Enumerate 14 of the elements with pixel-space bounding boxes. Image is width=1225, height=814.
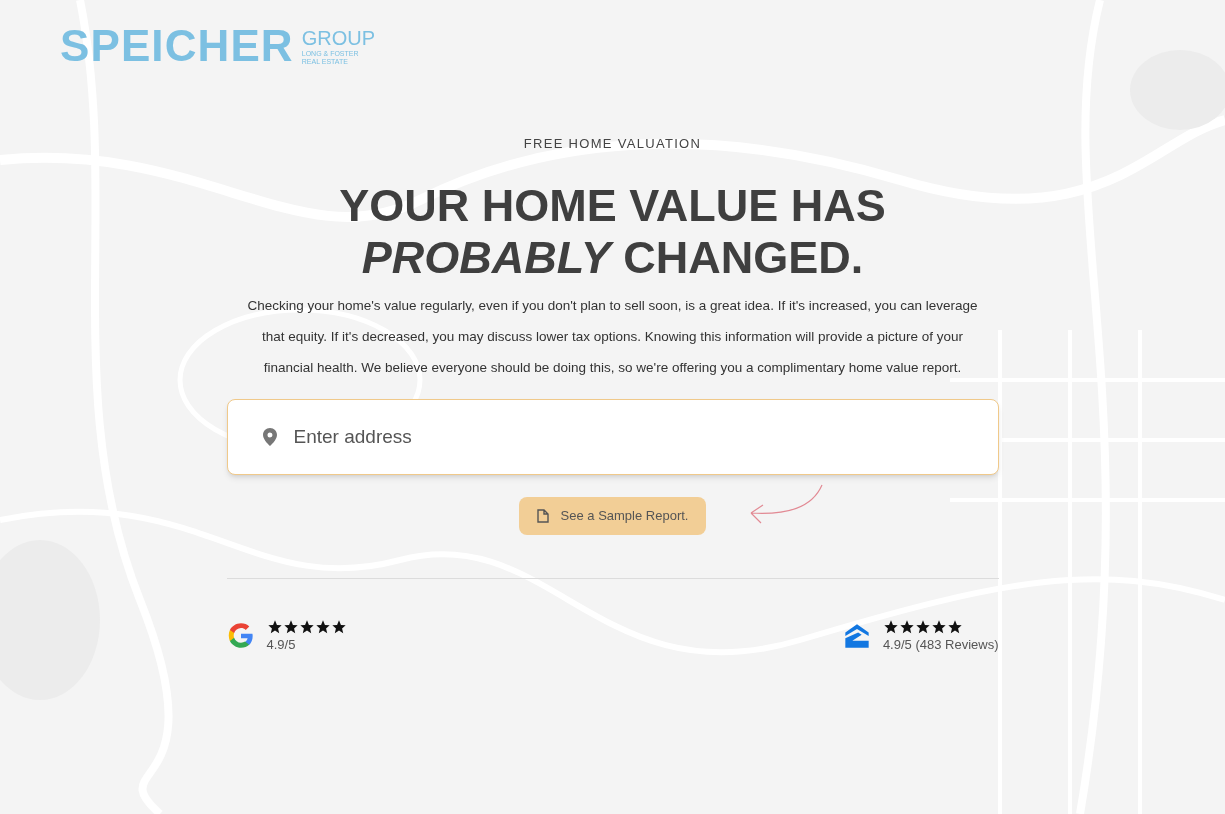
rating-text: 4.9/5 (266, 635, 297, 654)
address-field[interactable]: Enter address (226, 398, 999, 475)
document-icon (536, 508, 549, 523)
house-logo-icon (842, 622, 871, 651)
google-logo-icon (226, 622, 255, 651)
logo-group-text: GROUP (301, 27, 376, 48)
rating-text: 4.9/5 (483 Reviews) (882, 635, 999, 654)
sample-report-button[interactable]: See a Sample Report. (518, 496, 707, 535)
headline-text: PROBABLY CHANGED. (361, 231, 864, 284)
logo-wordmark: SPEICHER (60, 24, 294, 68)
eyebrow-text: FREE HOME VALUATION (523, 135, 702, 153)
intro-paragraph: Checking your home's value regularly, even if you don't plan to sell soon, is a great idea. If it's increased, you can leverage that equity. If it's decreased, you may discuss lower tax options. Knowing this information will provide a picture of your financial health. We believe everyone should be doing this, so we're offering you a complimentary home value report. (246, 296, 979, 377)
headline-text: YOUR HOME VALUE HAS (339, 179, 886, 232)
location-pin-icon (262, 427, 277, 446)
